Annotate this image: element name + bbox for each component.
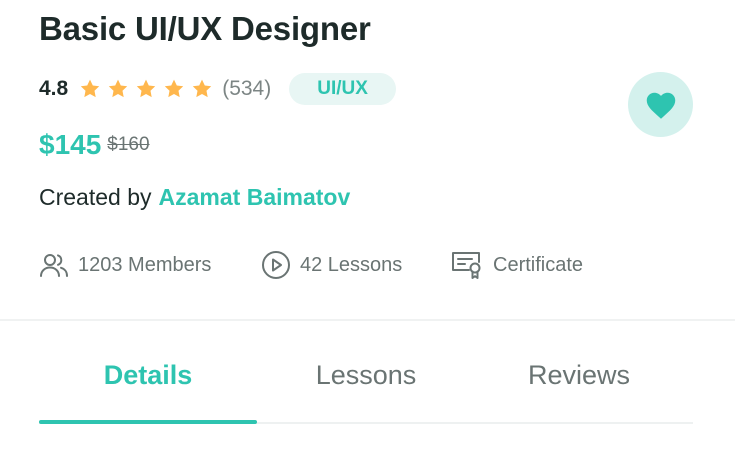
rating-value: 4.8 <box>39 77 69 100</box>
star-icon <box>108 79 128 98</box>
course-tabs: Details Lessons Reviews <box>39 360 693 426</box>
star-icon <box>80 79 100 98</box>
certificate-label: Certificate <box>493 253 584 276</box>
star-rating <box>79 78 219 100</box>
lessons-count: 42 Lessons <box>300 253 403 276</box>
star-icon <box>136 79 156 98</box>
course-detail-page: Basic UI/UX Designer 4.8 (534) UI/UX $14… <box>0 0 735 449</box>
star-icon <box>164 79 184 98</box>
review-count: (534) <box>222 77 272 100</box>
lessons-info: 42 Lessons <box>261 250 450 280</box>
heart-icon <box>646 92 675 119</box>
creator-label: Created by <box>39 184 152 210</box>
active-tab-indicator <box>39 420 257 424</box>
certificate-icon <box>452 252 481 279</box>
price-original: $160 <box>107 134 150 155</box>
certificate-info: Certificate <box>450 250 583 280</box>
tab-lessons[interactable]: Lessons <box>257 360 475 420</box>
price-current: $145 <box>39 129 102 160</box>
category-badge: UI/UX <box>289 73 396 105</box>
rating-row: 4.8 (534) UI/UX <box>39 73 396 105</box>
tab-details[interactable]: Details <box>39 360 257 420</box>
course-title: Basic UI/UX Designer <box>39 10 371 47</box>
members-count: 1203 Members <box>78 253 212 276</box>
tab-reviews[interactable]: Reviews <box>470 360 688 420</box>
favorite-button[interactable] <box>628 72 693 137</box>
creator-row: Created by Azamat Baimatov <box>39 184 350 211</box>
members-info: 1203 Members <box>39 252 261 278</box>
section-divider <box>0 319 735 321</box>
star-icon <box>192 79 212 98</box>
price-row: $145 $160 <box>39 127 150 163</box>
users-icon <box>40 254 68 277</box>
creator-name-link[interactable]: Azamat Baimatov <box>159 184 351 210</box>
play-circle-icon <box>262 251 290 279</box>
course-meta: 1203 Members 42 Lessons Certificate <box>39 248 583 282</box>
